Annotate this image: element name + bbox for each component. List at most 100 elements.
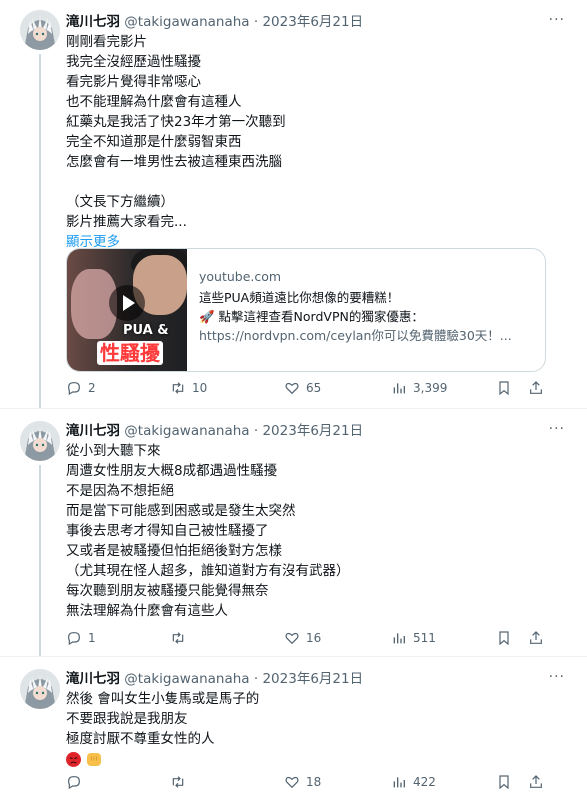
tweet-date[interactable]: 2023年6月21日 <box>262 423 363 439</box>
views-icon <box>393 633 405 644</box>
video-thumbnail[interactable]: PUA & 性騷擾 <box>67 249 187 371</box>
heart-icon <box>285 776 299 789</box>
text-line: 剛剛看完影片 <box>66 34 147 50</box>
tweet-text: 剛剛看完影片 我完全沒經歷過性騷擾 看完影片覺得非常噁心 也不能理解為什麼會有這… <box>66 32 565 232</box>
action-bar: 1 16 511 <box>66 630 542 650</box>
avatar[interactable] <box>20 421 60 461</box>
author-name[interactable]: 滝川七羽 <box>66 423 120 439</box>
retweet-icon <box>172 382 184 394</box>
views-button[interactable]: 422 <box>391 774 436 790</box>
retweet-button[interactable] <box>170 774 192 790</box>
text-line: 影片推薦大家看完... <box>66 214 187 230</box>
separator-dot: · <box>253 671 259 687</box>
like-count: 16 <box>306 631 322 645</box>
author-handle[interactable]: @takigawananaha <box>124 423 249 439</box>
text-line: 看完影片覺得非常噁心 <box>66 74 201 90</box>
author-handle[interactable]: @takigawananaha <box>124 14 249 30</box>
share-button[interactable] <box>528 630 550 646</box>
link-preview-card[interactable]: PUA & 性騷擾 youtube.com 這些PUA頻道遠比你想像的要糟糕！ … <box>66 248 546 372</box>
thumbnail-caption-big: 性騷擾 <box>97 341 163 365</box>
views-count: 511 <box>413 631 436 645</box>
card-info: youtube.com 這些PUA頻道遠比你想像的要糟糕！ 🚀 點擊這裡查看No… <box>199 267 535 345</box>
bookmark-icon <box>499 775 509 790</box>
reply-icon <box>68 382 80 396</box>
share-button[interactable] <box>528 774 550 790</box>
author-handle[interactable]: @takigawananaha <box>124 671 249 687</box>
author-name[interactable]: 滝川七羽 <box>66 14 120 30</box>
text-line <box>66 172 565 192</box>
retweet-button[interactable]: 10 <box>170 380 207 396</box>
text-line: 極度討厭不尊重女性的人 <box>66 731 215 747</box>
views-icon <box>393 383 405 394</box>
bookmark-button[interactable] <box>496 630 518 646</box>
text-line: 而是當下可能感到困惑或是發生太突然 <box>66 503 296 519</box>
tweet-text: 從小到大聽下來 周遭女性朋友大概8成都遇過性騷擾 不是因為不想拒絕 而是當下可能… <box>66 441 565 621</box>
reply-button[interactable]: 1 <box>66 630 96 646</box>
author-name[interactable]: 滝川七羽 <box>66 671 120 687</box>
play-icon[interactable] <box>109 285 145 321</box>
avatar[interactable] <box>20 669 60 709</box>
card-domain: youtube.com <box>199 269 282 284</box>
share-button[interactable] <box>528 380 550 396</box>
retweet-icon <box>172 776 184 788</box>
text-line: 怎麼會有一堆男性去被這種東西洗腦 <box>66 154 282 170</box>
text-line: （文長下方繼續） <box>66 194 174 210</box>
tweet-2[interactable]: 滝川七羽 @takigawananaha · 2023年6月21日 ··· 從小… <box>0 408 587 657</box>
text-line: 事後去思考才得知自己被性騷擾了 <box>66 523 269 539</box>
reply-button[interactable] <box>66 774 88 790</box>
views-icon <box>393 777 405 788</box>
card-link: https://nordvpn.com/ceylan你可以免費體驗30天！... <box>199 328 512 343</box>
retweet-count: 10 <box>192 381 208 395</box>
avatar[interactable] <box>20 10 60 50</box>
bookmark-button[interactable] <box>496 774 518 790</box>
views-button[interactable]: 3,399 <box>391 380 447 396</box>
share-icon <box>530 775 542 788</box>
text-line: 周遭女性朋友大概8成都遇過性騷擾 <box>66 463 278 479</box>
action-bar: 18 422 <box>66 774 542 794</box>
thread-line <box>39 54 41 408</box>
views-count: 3,399 <box>413 381 448 395</box>
tweet-1[interactable]: 滝川七羽 @takigawananaha · 2023年6月21日 ··· 剛剛… <box>0 0 587 408</box>
like-button[interactable]: 16 <box>284 630 321 646</box>
text-line: 完全不知道那是什麼弱智東西 <box>66 134 242 150</box>
thumbnail-caption-small: PUA & <box>123 323 169 338</box>
text-line: 無法理解為什麼會有這些人 <box>66 603 228 619</box>
bookmark-icon <box>499 381 509 396</box>
tweet-header: 滝川七羽 @takigawananaha · 2023年6月21日 <box>66 421 565 441</box>
tweet-header: 滝川七羽 @takigawananaha · 2023年6月21日 <box>66 12 565 32</box>
bookmark-button[interactable] <box>496 380 518 396</box>
views-count: 422 <box>413 775 436 789</box>
heart-icon <box>285 632 299 645</box>
text-line: 每次聽到朋友被騷擾只能覺得無奈 <box>66 583 269 599</box>
text-line: 不要跟我說是我朋友 <box>66 711 188 727</box>
separator-dot: · <box>253 423 259 439</box>
views-button[interactable]: 511 <box>391 630 436 646</box>
reply-icon <box>68 632 80 646</box>
reply-button[interactable]: 2 <box>66 380 96 396</box>
like-count: 18 <box>306 775 322 789</box>
like-button[interactable]: 65 <box>284 380 321 396</box>
fist-emoji <box>87 752 102 766</box>
bookmark-icon <box>499 631 509 646</box>
text-line: 紅藥丸是我活了快23年才第一次聽到 <box>66 114 286 130</box>
text-line: （尤其現在怪人超多，誰知道對方有沒有武器） <box>66 563 350 579</box>
retweet-icon <box>172 632 184 644</box>
like-button[interactable]: 18 <box>284 774 321 790</box>
separator-dot: · <box>253 14 259 30</box>
action-bar: 2 10 65 3,399 <box>66 380 542 400</box>
tweet-3[interactable]: 滝川七羽 @takigawananaha · 2023年6月21日 ··· 然後… <box>0 656 587 800</box>
card-description: 🚀 點擊這裡查看NordVPN的獨家優惠： <box>199 309 424 324</box>
retweet-button[interactable] <box>170 630 192 646</box>
angry-face-emoji <box>66 751 81 767</box>
more-options-button[interactable]: ··· <box>549 421 565 437</box>
tweet-date[interactable]: 2023年6月21日 <box>262 671 363 687</box>
like-count: 65 <box>306 381 322 395</box>
more-options-button[interactable]: ··· <box>549 12 565 28</box>
reply-count: 2 <box>88 381 96 395</box>
tweet-date[interactable]: 2023年6月21日 <box>262 14 363 30</box>
tweet-text: 然後 會叫女生小隻馬或是馬子的 不要跟我說是我朋友 極度討厭不尊重女性的人 <box>66 689 565 769</box>
card-title: 這些PUA頻道遠比你想像的要糟糕！ <box>199 290 400 305</box>
emoji-line <box>66 749 565 769</box>
text-line: 我完全沒經歷過性騷擾 <box>66 54 201 70</box>
more-options-button[interactable]: ··· <box>549 669 565 685</box>
